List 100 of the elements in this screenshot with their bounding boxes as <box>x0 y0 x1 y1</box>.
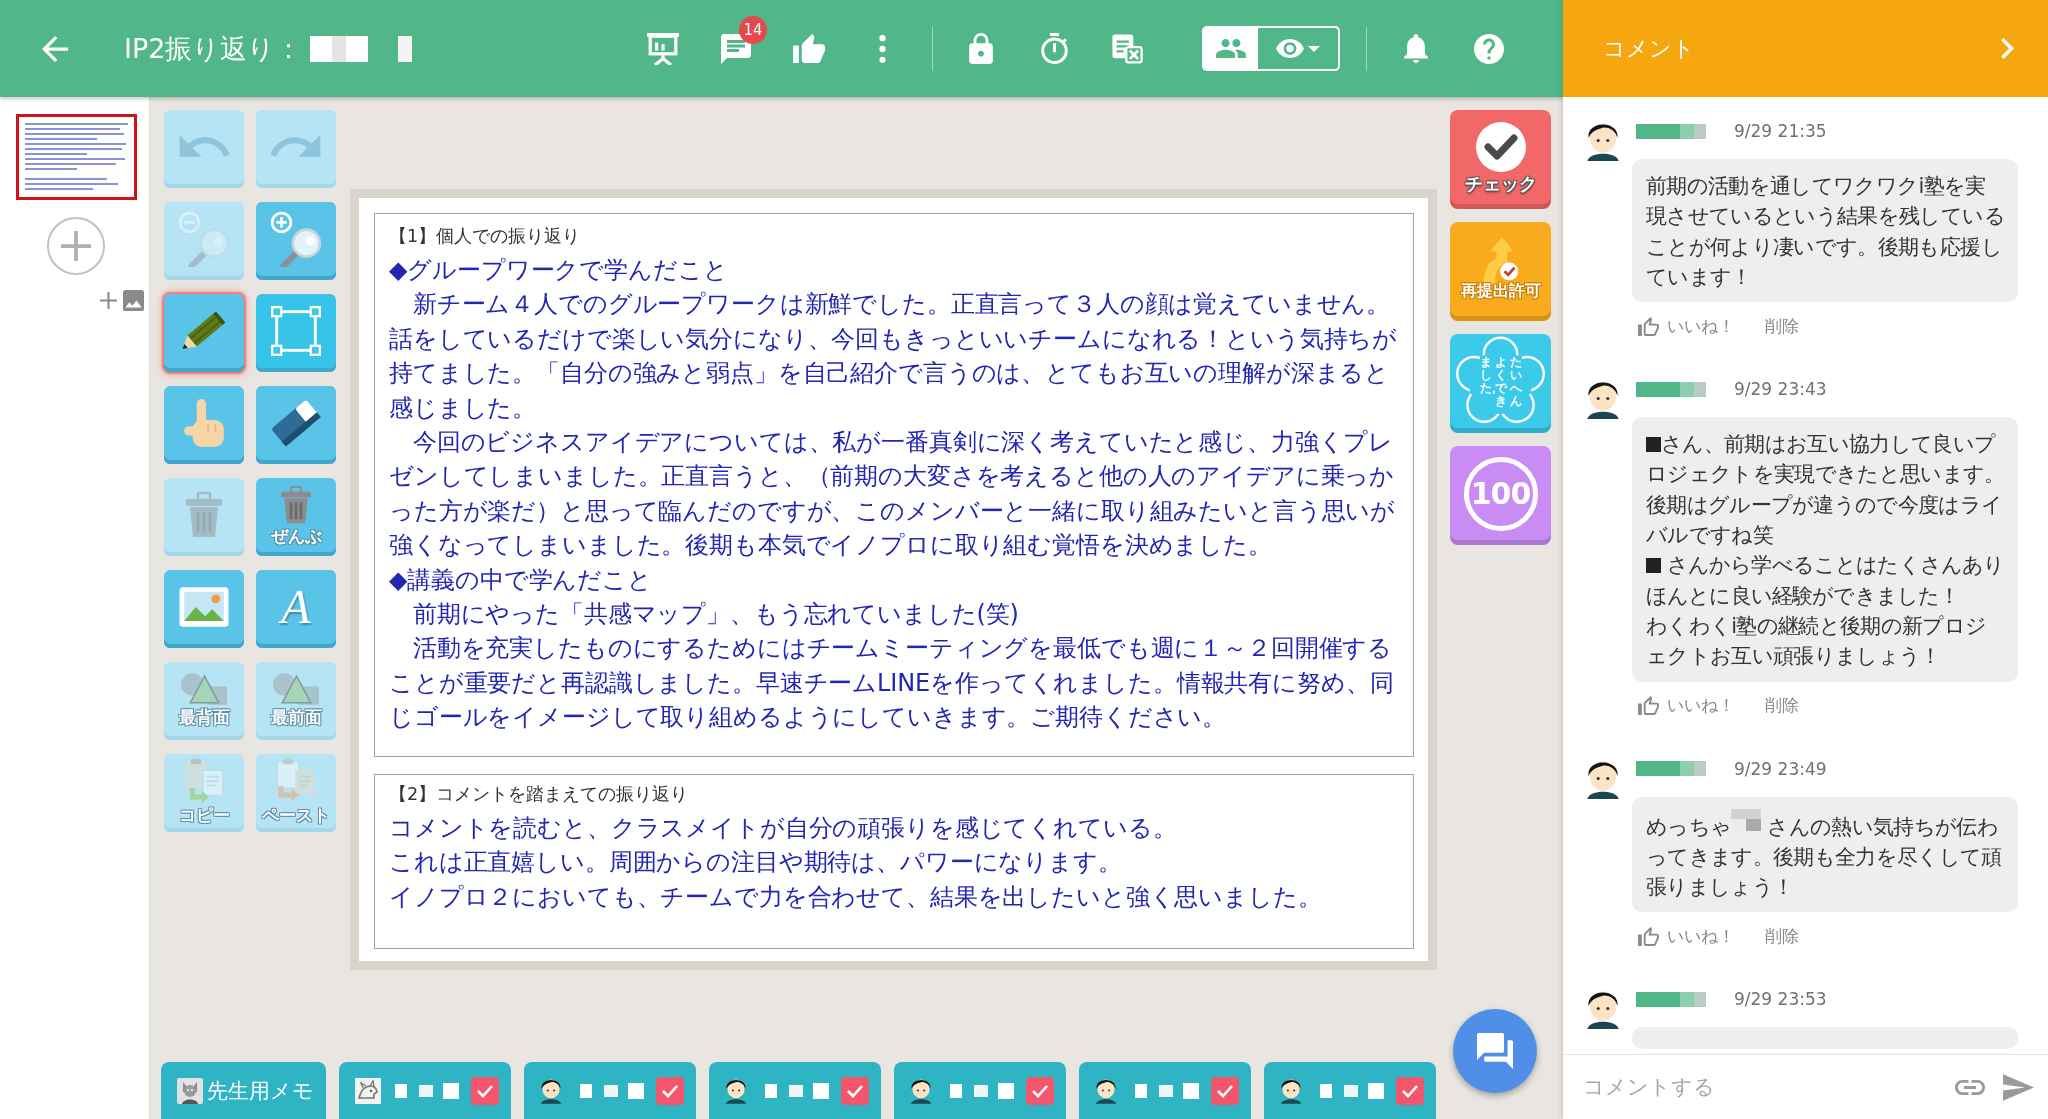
avatar-icon <box>910 1077 932 1104</box>
clipboard-arrow-icon <box>184 757 224 804</box>
plus-icon <box>61 231 91 261</box>
student-tab[interactable] <box>1264 1062 1436 1119</box>
group-view-button[interactable] <box>1204 28 1258 69</box>
zoom-out-icon <box>178 211 230 267</box>
picture-icon <box>178 586 230 628</box>
like-button[interactable]: いいね！ <box>1638 314 1735 338</box>
section-heading: 【2】コメントを踏まえての振り返り <box>389 782 690 806</box>
redacted-name <box>1636 761 1706 777</box>
avatar-icon <box>725 1077 747 1104</box>
student-tab[interactable] <box>1079 1062 1251 1119</box>
people-icon <box>1216 39 1246 58</box>
redacted-name <box>950 1082 1014 1099</box>
page-thumbnail[interactable] <box>16 114 137 200</box>
redo-arrow-icon <box>270 136 322 158</box>
bell-icon <box>1404 34 1428 63</box>
zoom-in-button[interactable] <box>256 202 336 280</box>
delete-button[interactable]: 削除 <box>1765 694 1799 718</box>
comment-time: 9/29 23:43 <box>1734 379 1827 400</box>
trash-icon <box>184 491 224 539</box>
hand-tool-button[interactable] <box>164 386 244 464</box>
like-button[interactable]: いいね！ <box>1638 694 1735 718</box>
answer-text: 前期にやった「共感マップ」、もう忘れていました(笑) <box>411 599 1020 631</box>
send-icon <box>2003 1073 2034 1101</box>
chevron-right-icon <box>2001 38 2014 59</box>
panel-title: コメント <box>1603 34 1696 63</box>
check-stamp-button[interactable]: チェック <box>1450 110 1551 209</box>
pointing-hand-icon <box>183 398 225 448</box>
attach-link-button[interactable] <box>1955 1079 1985 1095</box>
link-icon <box>1955 1079 1985 1095</box>
undo-arrow-icon <box>178 136 230 158</box>
thumbs-up-icon <box>1638 696 1659 716</box>
arrow-check-icon <box>1482 237 1519 284</box>
add-page-button[interactable] <box>47 217 105 275</box>
more-icon <box>878 34 886 63</box>
comment-input[interactable]: コメントする <box>1583 1067 1937 1107</box>
answer-box[interactable] <box>374 213 1414 757</box>
easel-icon <box>647 32 679 65</box>
eraser-tool-button[interactable] <box>256 386 336 464</box>
avatar-icon <box>1095 1077 1117 1104</box>
add-image-button[interactable] <box>100 290 144 311</box>
stopwatch-icon <box>1040 33 1068 64</box>
student-tab[interactable] <box>524 1062 696 1119</box>
shapes-icon <box>180 671 228 706</box>
redacted-name <box>395 1082 459 1099</box>
avatar-icon <box>540 1077 562 1104</box>
select-tool-button[interactable] <box>256 294 336 372</box>
back-arrow-icon <box>42 35 68 62</box>
zoom-in-icon <box>270 211 322 267</box>
text-tool-button[interactable]: A <box>256 570 336 648</box>
redacted-name <box>1636 123 1706 139</box>
comment-text: 後期はグループが違うので今度はライバルですね笑 <box>1646 491 2004 550</box>
answer-text: これは正直嬉しい。周囲からの注目や期待は、パワーになります。 <box>389 847 1123 879</box>
comment-text: わくわくi塾の継続と後期の新プロジェクトお互い頑張りましょう！ <box>1646 612 1988 671</box>
eye-icon <box>1276 39 1304 58</box>
chat-fab-button[interactable] <box>1453 1009 1537 1093</box>
comment-time: 9/29 23:49 <box>1734 758 1827 779</box>
comment-text: 前期の活動を通してワクワクi塾を実現させているという結果を残していることが何より凄いです。後期も応援しています！ <box>1646 173 2006 291</box>
answer-text: コメントを読むと、クラスメイトが自分の頑張りを感じてくれている。 <box>389 812 1178 844</box>
insert-image-button[interactable] <box>164 570 244 648</box>
pen-tool-button[interactable] <box>164 294 244 372</box>
redacted-name <box>1320 1082 1384 1099</box>
redacted-name <box>580 1082 644 1099</box>
chat-bubbles-icon <box>1477 1033 1513 1069</box>
answer-text: 活動を充実したものにするためにはチームミーティングを最低でも週に１～２回開催することが重要だと再認識しました。早速チームLINEを作ってくれました。情報共有に努め、同じゴールをイメージして取り組めるようにしていきます。ご期待ください。 <box>389 633 1395 734</box>
thumbs-up-icon <box>793 34 825 63</box>
thumbs-up-icon <box>1638 316 1659 336</box>
like-button[interactable]: いいね！ <box>1638 924 1735 948</box>
delete-button[interactable]: 削除 <box>1765 314 1799 338</box>
document-x-icon <box>1111 33 1143 64</box>
help-icon <box>1474 33 1504 64</box>
collapse-button[interactable] <box>2001 38 2014 59</box>
shapes-icon <box>272 671 320 706</box>
send-button[interactable] <box>2003 1073 2034 1101</box>
teacher-memo-tab[interactable]: 先生用メモ <box>161 1062 326 1119</box>
redacted-name <box>1636 991 1706 1007</box>
comment-text: さんから学べることはたくさんありほんとに良い経験ができました！ <box>1646 552 2006 610</box>
score-stamp-button[interactable]: 100 <box>1450 446 1551 545</box>
delete-all-button[interactable]: ぜんぶ <box>256 478 336 556</box>
resubmit-stamp-button[interactable]: 再提出許可 <box>1450 222 1551 321</box>
lock-icon <box>969 33 993 64</box>
caret-down-icon <box>1308 45 1320 52</box>
notification-badge: 14 <box>739 15 767 44</box>
plus-icon <box>100 292 117 309</box>
answer-text: ◆講義の中で学んだこと <box>389 564 653 596</box>
redacted-name <box>765 1082 829 1099</box>
comment-time: 9/29 23:53 <box>1734 989 1827 1010</box>
student-tab[interactable] <box>894 1062 1066 1119</box>
image-icon <box>123 290 144 311</box>
redacted-name <box>1636 381 1706 397</box>
student-tab[interactable] <box>339 1062 511 1119</box>
student-tab[interactable] <box>709 1062 881 1119</box>
answer-text: 今回のビジネスアイデアについては、私が一番真剣に深く考えていたと感じ、力強くプレゼンしてしまいました。正直言うと、（前期の大変さを考えると他の人のアイデアに乗っかった方が楽だ）と思って臨んだのですが、このメンバーと一緒に取り組みたいと言う思いが強くなってしまいました。後期も本気でイノプロに取り組む覚悟を決めました。 <box>389 427 1397 562</box>
trash-icon <box>279 484 313 525</box>
avatar-icon <box>1280 1077 1302 1104</box>
delete-button[interactable]: 削除 <box>1765 924 1799 948</box>
answer-box[interactable]: 【2】コメントを踏まえての振り返り コメントを読むと、クラスメイトが自分の頑張りを感じてくれている。 これは正直嬉しい。周囲からの注目や期待は、パワーになります。 イノプロ２においても、チームで力を合わせて、結果を出したいと強く思いました。 <box>374 773 1414 949</box>
comment-text: さん、前期はお互い協力して良いプロジェクトを実現できたと思います。 <box>1646 431 2006 489</box>
check-circle-icon <box>1474 120 1527 173</box>
